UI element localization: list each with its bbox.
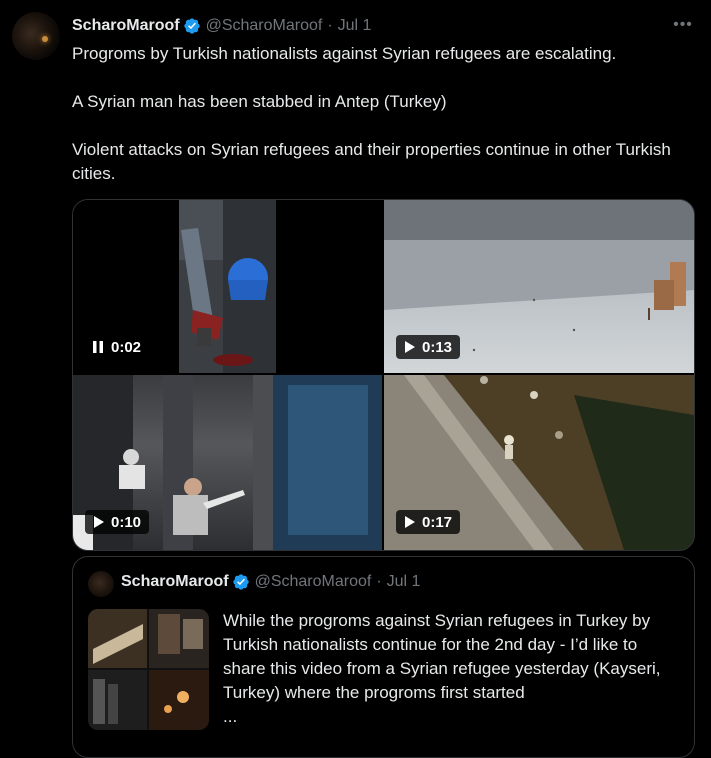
- quoted-author-name: ScharoMaroof: [121, 573, 229, 590]
- quoted-tweet-header: ScharoMaroof @ScharoMaroof · Jul 1: [121, 573, 420, 591]
- play-icon: [94, 516, 104, 528]
- video-badge[interactable]: 0:02: [85, 335, 150, 359]
- tweet-date[interactable]: Jul 1: [338, 17, 372, 35]
- video-tile-3[interactable]: 0:10: [73, 375, 382, 550]
- quoted-date: Jul 1: [386, 573, 421, 590]
- video-tile-2[interactable]: 0:13: [384, 200, 694, 373]
- video-duration: 0:02: [111, 338, 142, 356]
- tweet-text: Progroms by Turkish nationalists against…: [72, 42, 692, 210]
- verified-badge-icon: [232, 574, 249, 590]
- quoted-media-thumbnail: [88, 609, 209, 730]
- author-handle[interactable]: @ScharoMaroof: [206, 17, 323, 35]
- video-badge[interactable]: 0:10: [85, 510, 150, 534]
- video-duration: 0:17: [422, 513, 453, 531]
- video-duration: 0:10: [111, 513, 142, 531]
- tweet-paragraph: Progroms by Turkish nationalists against…: [72, 44, 617, 63]
- video-duration: 0:13: [422, 338, 453, 356]
- header-separator: ·: [327, 17, 333, 34]
- quoted-author-handle: @ScharoMaroof: [254, 573, 372, 590]
- play-icon: [405, 341, 415, 353]
- more-icon[interactable]: •••: [672, 14, 694, 36]
- quoted-media-collage: [88, 609, 209, 730]
- verified-badge-icon: [183, 18, 200, 34]
- video-badge[interactable]: 0:17: [396, 510, 461, 534]
- media-grid: 0:02 0:13 0:10 0:17: [72, 199, 695, 551]
- quoted-tweet-body: While the progroms against Syrian refuge…: [223, 611, 661, 702]
- quoted-author-avatar: [88, 571, 114, 597]
- play-icon: [405, 516, 415, 528]
- video-tile-4[interactable]: 0:17: [384, 375, 694, 550]
- author-name[interactable]: ScharoMaroof: [72, 17, 180, 35]
- pause-icon: [93, 341, 103, 353]
- quoted-tweet-text: While the progroms against Syrian refuge…: [223, 609, 683, 729]
- video-badge[interactable]: 0:13: [396, 335, 461, 359]
- tweet-header: ScharoMaroof @ScharoMaroof · Jul 1: [72, 14, 371, 38]
- author-avatar[interactable]: [12, 12, 60, 60]
- tweet-paragraph: Violent attacks on Syrian refugees and t…: [72, 140, 671, 183]
- video-tile-1[interactable]: 0:02: [73, 200, 382, 373]
- quoted-tweet[interactable]: ScharoMaroof @ScharoMaroof · Jul 1 While…: [72, 556, 695, 758]
- quoted-tweet-ellipsis: ...: [223, 707, 238, 726]
- quoted-separator: ·: [376, 573, 382, 590]
- tweet-paragraph: A Syrian man has been stabbed in Antep (…: [72, 92, 447, 111]
